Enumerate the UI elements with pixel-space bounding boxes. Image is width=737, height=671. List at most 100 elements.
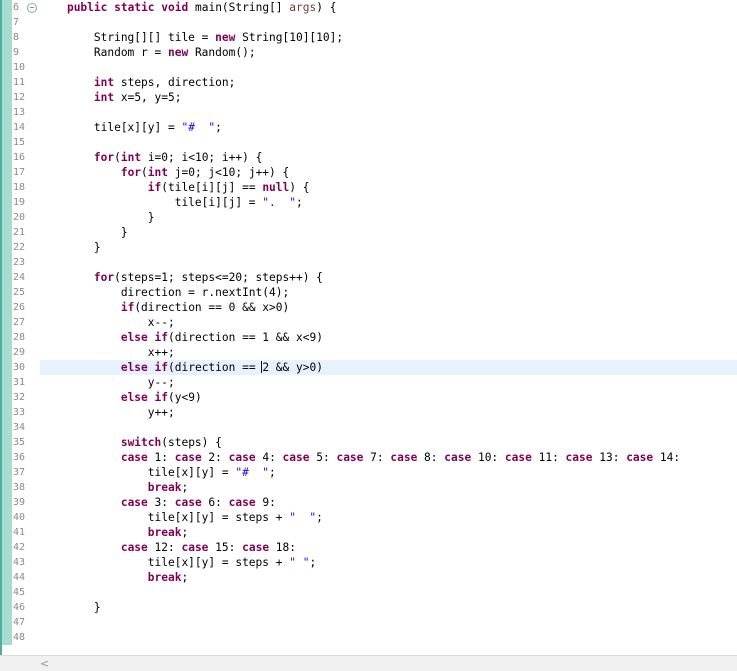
line-number: 44 — [0, 570, 36, 585]
code-line[interactable]: x--; — [40, 315, 737, 330]
code-token: int — [93, 91, 115, 104]
code-line[interactable]: } — [40, 210, 737, 225]
line-number: 29 — [0, 345, 36, 360]
code-line[interactable]: String[][] tile = new String[10][10]; — [40, 30, 737, 45]
line-number-text: 12 — [13, 92, 26, 103]
code-line[interactable]: else if(y<9) — [40, 390, 737, 405]
code-line[interactable]: for(int i=0; i<10; i++) { — [40, 150, 737, 165]
code-line[interactable]: y++; — [40, 405, 737, 420]
code-line[interactable]: for(int j=0; j<10; j++) { — [40, 165, 737, 180]
code-line[interactable]: public static void main(String[] args) { — [40, 0, 737, 15]
code-token: 15: — [208, 541, 243, 554]
line-number-text: 44 — [13, 572, 26, 583]
line-number-text: 43 — [13, 557, 26, 568]
code-token: for — [93, 151, 115, 164]
code-line[interactable]: } — [40, 600, 737, 615]
code-line[interactable]: tile[x][y] = "# "; — [40, 120, 737, 135]
code-line[interactable]: break; — [40, 570, 737, 585]
code-area[interactable]: public static void main(String[] args) {… — [40, 0, 737, 655]
code-token: tile[x][y] = steps + — [40, 511, 290, 524]
code-line[interactable]: break; — [40, 480, 737, 495]
code-token: ( — [141, 166, 148, 179]
current-code-line[interactable]: else if(direction == 2 && y>0) — [40, 360, 737, 375]
code-token: 3: — [147, 496, 175, 509]
code-line[interactable] — [40, 15, 737, 30]
code-token: case — [565, 451, 593, 464]
code-line[interactable] — [40, 255, 737, 270]
code-line[interactable]: } — [40, 240, 737, 255]
line-number-gutter[interactable]: 6−7 8 9 10 11 12 13 14 15 16 17 18 19 20 21 22 23 24 25 26 2… — [0, 0, 38, 655]
code-token: 5: — [309, 451, 337, 464]
code-token: (direction == — [168, 361, 263, 374]
code-token: 14: — [653, 451, 681, 464]
line-number: 39 — [0, 495, 36, 510]
code-line[interactable]: case 3: case 6: case 9: — [40, 495, 737, 510]
code-token: ; — [309, 556, 317, 569]
code-token: " " — [289, 556, 310, 569]
code-line[interactable] — [40, 135, 737, 150]
line-number-text: 47 — [13, 617, 26, 628]
code-line[interactable]: if(direction == 0 && x>0) — [40, 300, 737, 315]
fold-toggle-icon[interactable]: − — [27, 3, 37, 13]
code-token: ; — [215, 121, 222, 134]
horizontal-scrollbar[interactable]: < — [0, 655, 737, 671]
code-line[interactable]: case 12: case 15: case 18: — [40, 540, 737, 555]
line-number: 7 — [0, 15, 36, 30]
code-token: "# " — [181, 121, 216, 134]
line-number: 28 — [0, 330, 36, 345]
code-line[interactable]: x++; — [40, 345, 737, 360]
code-token: ; — [181, 526, 189, 539]
code-token: ; — [181, 571, 189, 584]
code-line[interactable]: Random r = new Random(); — [40, 45, 737, 60]
code-token: 11: — [531, 451, 566, 464]
line-number-text: 9 — [13, 47, 20, 58]
code-token: if — [147, 181, 162, 194]
code-token: ; — [181, 481, 189, 494]
line-number: 45 — [0, 585, 36, 600]
code-token: 9: — [255, 496, 276, 509]
code-token: if — [154, 391, 169, 404]
code-token: i=0; i<10; i++) { — [141, 151, 263, 164]
code-line[interactable]: direction = r.nextInt(4); — [40, 285, 737, 300]
line-number: 46 — [0, 600, 36, 615]
code-line[interactable]: int steps, direction; — [40, 75, 737, 90]
code-token: 18: — [269, 541, 297, 554]
code-token: (y<9) — [168, 391, 202, 404]
code-line[interactable]: y--; — [40, 375, 737, 390]
code-line[interactable]: switch(steps) { — [40, 435, 737, 450]
code-line[interactable]: tile[x][y] = steps + " "; — [40, 510, 737, 525]
code-token: 1: — [147, 451, 175, 464]
code-editor[interactable]: 6−7 8 9 10 11 12 13 14 15 16 17 18 19 20 21 22 23 24 25 26 2… — [0, 0, 737, 655]
code-line[interactable] — [40, 585, 737, 600]
scroll-left-arrow-icon[interactable]: < — [40, 657, 49, 670]
line-number: 35 — [0, 435, 36, 450]
code-line[interactable]: break; — [40, 525, 737, 540]
code-token: case — [242, 541, 270, 554]
code-token: y++; — [40, 406, 175, 419]
code-line[interactable] — [40, 105, 737, 120]
line-number: 27 — [0, 315, 36, 330]
code-line[interactable] — [40, 615, 737, 630]
code-line[interactable]: if(tile[i][j] == null) { — [40, 180, 737, 195]
code-line[interactable] — [40, 60, 737, 75]
code-line[interactable]: int x=5, y=5; — [40, 90, 737, 105]
code-line[interactable]: else if(direction == 1 && x<9) — [40, 330, 737, 345]
code-line[interactable]: tile[i][j] = ". "; — [40, 195, 737, 210]
line-number: 26 — [0, 300, 36, 315]
line-number-text: 42 — [13, 542, 26, 553]
code-line[interactable]: } — [40, 225, 737, 240]
line-number-text: 33 — [13, 407, 26, 418]
line-number: 30 — [0, 360, 36, 375]
code-line[interactable]: tile[x][y] = steps + " "; — [40, 555, 737, 570]
code-line[interactable] — [40, 630, 737, 645]
code-line[interactable]: tile[x][y] = "# "; — [40, 465, 737, 480]
code-line[interactable]: for(steps=1; steps<=20; steps++) { — [40, 270, 737, 285]
code-token: break — [147, 571, 182, 584]
code-token: tile[i][j] = — [40, 196, 263, 209]
code-line[interactable] — [40, 420, 737, 435]
code-line[interactable]: case 1: case 2: case 4: case 5: case 7: … — [40, 450, 737, 465]
